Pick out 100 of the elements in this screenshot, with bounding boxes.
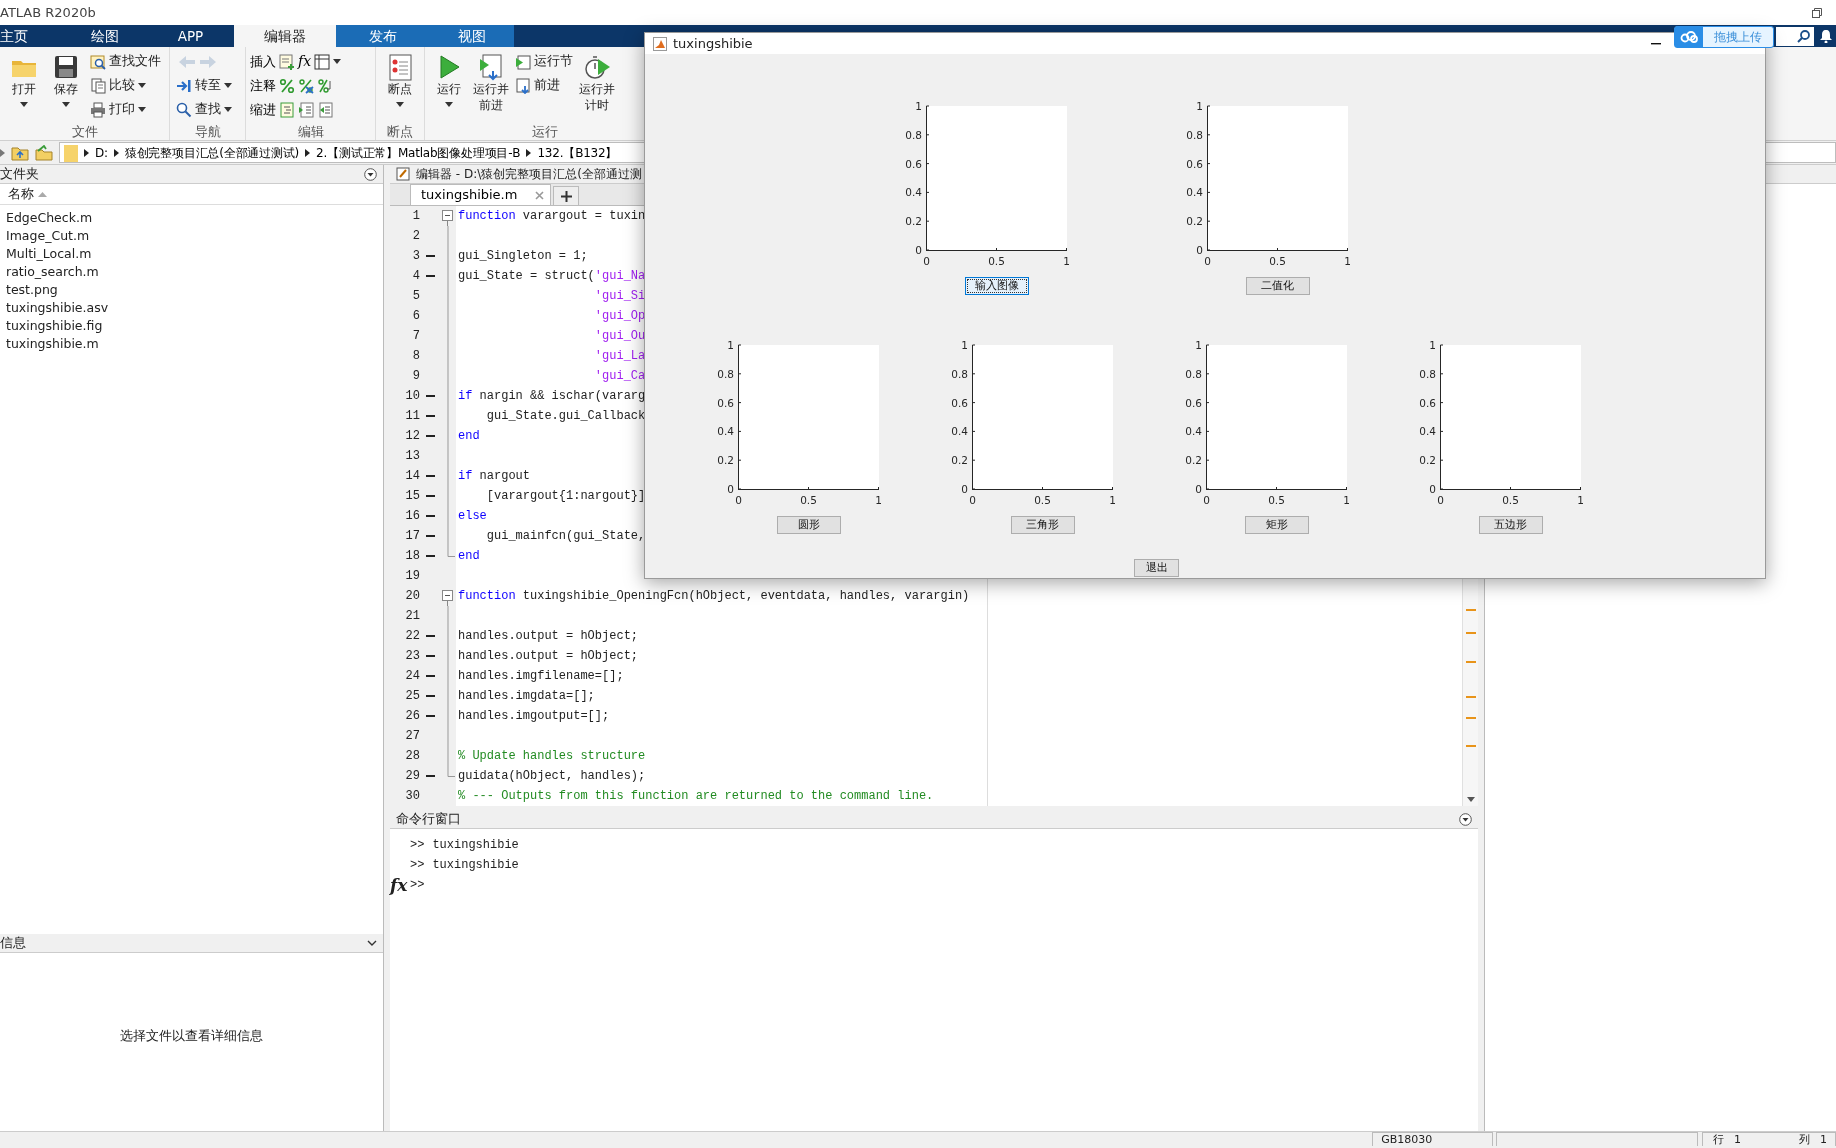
column-label: 列 <box>1799 1133 1810 1146</box>
code-line: [varargout{1:nargout}] <box>485 488 646 505</box>
code-line: 'gui_Op <box>593 308 646 325</box>
tick-label: 0.8 <box>1186 128 1203 141</box>
tick-label: 0.5 <box>1268 494 1285 506</box>
group-label: 运行 <box>530 123 559 140</box>
panel-title: 信息 <box>0 933 26 952</box>
command-text: tuxingshibie <box>432 837 519 854</box>
line-number: 26 <box>404 708 420 725</box>
tick-label: 1 <box>727 339 734 351</box>
line-number: 7 <box>411 328 420 345</box>
tick-label: 0.4 <box>1186 186 1203 199</box>
code-line: 'gui_Ou <box>593 328 646 345</box>
group-label: 编辑 <box>296 123 325 140</box>
code-line: gui_State.gui_Callback <box>485 408 646 425</box>
tick-label: 1 <box>1109 494 1116 506</box>
line-number: 20 <box>404 588 420 605</box>
tick-label: 0 <box>1204 255 1211 267</box>
tick-label: 1 <box>961 339 968 351</box>
code-line: else <box>457 508 487 525</box>
tick-label: 0.4 <box>951 425 968 438</box>
window-title: tuxingshibie <box>673 34 753 53</box>
tick-label: 1 <box>915 100 922 112</box>
tick-label: 0.6 <box>1419 396 1436 409</box>
editor-title: 编辑器 - D:\猿创完整项目汇总(全部通过测 <box>416 166 642 183</box>
tick-label: 1 <box>1344 255 1351 267</box>
details-message: 选择文件以查看详细信息 <box>119 1027 264 1045</box>
line-number: 8 <box>411 348 420 365</box>
panel-title: 命令行窗口 <box>396 809 461 828</box>
code-line: handles.imgoutput=[]; <box>457 708 610 725</box>
tick-label: 0 <box>735 494 742 506</box>
code-line: function varargout = tuxin <box>457 208 646 225</box>
tick-label: 0.4 <box>717 425 734 438</box>
prompt: >> <box>410 857 425 874</box>
code-line: gui_mainfcn(gui_State, <box>485 528 646 545</box>
tick-label: 0.8 <box>717 367 734 380</box>
tick-label: 0.2 <box>1419 454 1436 467</box>
tick-label: 0.4 <box>1185 425 1202 438</box>
code-line: if nargin && ischar(vararg <box>457 388 646 405</box>
code-line: gui_State = struct('gui_Na <box>457 268 646 285</box>
line-number: 12 <box>404 428 420 445</box>
code-line: 'gui_Ca <box>593 368 646 385</box>
line-number: 6 <box>411 308 420 325</box>
line-number: 22 <box>404 628 420 645</box>
line-number: 16 <box>404 508 420 525</box>
code-line: guidata(hObject, handles); <box>457 768 646 785</box>
tick-label: 0.5 <box>1269 255 1286 267</box>
tick-label: 0.4 <box>905 186 922 199</box>
line-number: 11 <box>404 408 420 425</box>
code-line: if nargout <box>457 468 530 485</box>
tick-label: 0.5 <box>988 255 1005 267</box>
line-number: 10 <box>404 388 420 405</box>
tick-label: 0.6 <box>1185 396 1202 409</box>
line-number: 25 <box>404 688 420 705</box>
line-number: 28 <box>404 748 420 765</box>
tick-label: 1 <box>1196 100 1203 112</box>
tick-label: 0.2 <box>1185 454 1202 467</box>
tick-label: 0 <box>1196 244 1203 256</box>
line-number: 30 <box>404 788 420 805</box>
line-number: 13 <box>404 448 420 465</box>
tick-label: 0 <box>969 494 976 506</box>
tick-label: 1 <box>875 494 882 506</box>
code-line: 'gui_La <box>593 348 646 365</box>
tick-label: 0.8 <box>1419 367 1436 380</box>
tick-label: 0.8 <box>1185 367 1202 380</box>
line-number: 18 <box>404 548 420 565</box>
tick-label: 0 <box>961 483 968 495</box>
group-label: 断点 <box>386 123 414 140</box>
tick-label: 0.5 <box>800 494 817 506</box>
row-label: 行 <box>1713 1133 1724 1146</box>
code-line: % Update handles structure <box>457 748 646 765</box>
line-number: 17 <box>404 528 420 545</box>
line-number: 14 <box>404 468 420 485</box>
code-line: handles.imgdata=[]; <box>457 688 595 705</box>
group-label: 导航 <box>193 123 222 140</box>
encoding-label: GB18030 <box>1372 1132 1494 1146</box>
code-line: handles.imgfilename=[]; <box>457 668 624 685</box>
line-number: 9 <box>411 368 420 385</box>
column-number: 1 <box>1820 1133 1827 1146</box>
code-line: % --- Outputs from this function are returned to the command line. <box>457 788 934 805</box>
group-label: 文件 <box>70 123 99 140</box>
app-title: ATLAB R2020b <box>0 3 96 22</box>
code-line: handles.output = hObject; <box>457 648 639 665</box>
line-number: 29 <box>404 768 420 785</box>
line-number: 5 <box>411 288 420 305</box>
tick-label: 1 <box>1429 339 1436 351</box>
code-line: 'gui_Si <box>593 288 646 305</box>
tick-label: 0.8 <box>951 367 968 380</box>
code-line: handles.output = hObject; <box>457 628 639 645</box>
prompt: >> <box>410 877 425 894</box>
tick-label: 1 <box>1343 494 1350 506</box>
tick-label: 0.6 <box>951 396 968 409</box>
code-line: end <box>457 428 480 445</box>
command-text: tuxingshibie <box>432 857 519 874</box>
tick-label: 1 <box>1577 494 1584 506</box>
tick-label: 0.8 <box>905 128 922 141</box>
tick-label: 0 <box>1203 494 1210 506</box>
line-number: 2 <box>411 228 420 245</box>
tick-label: 1 <box>1063 255 1070 267</box>
tick-label: 0.2 <box>905 215 922 228</box>
